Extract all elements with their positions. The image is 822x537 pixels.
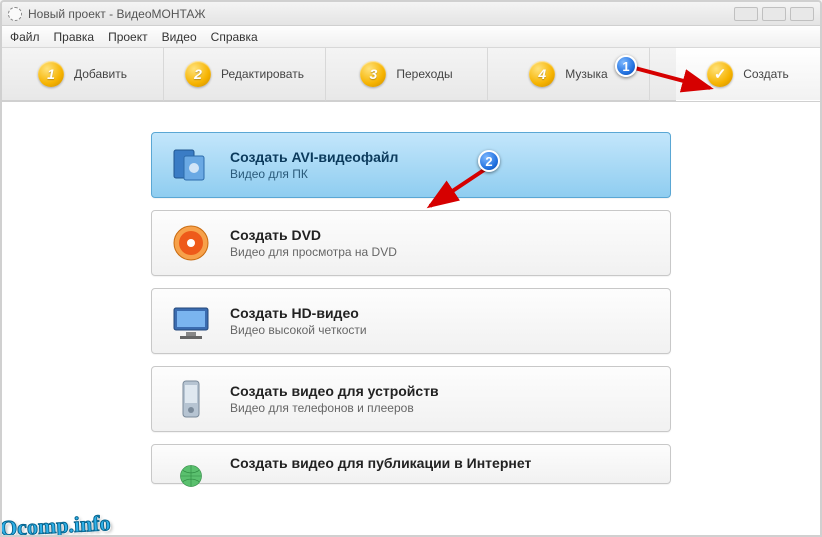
option-avi-title: Создать AVI-видеофайл bbox=[230, 149, 398, 165]
close-button[interactable] bbox=[790, 7, 814, 21]
option-dvd-title: Создать DVD bbox=[230, 227, 397, 243]
tab-transitions-label: Переходы bbox=[396, 67, 452, 81]
minimize-button[interactable] bbox=[734, 7, 758, 21]
option-dvd-subtitle: Видео для просмотра на DVD bbox=[230, 245, 397, 259]
content-pane: Создать AVI-видеофайл Видео для ПК Созда… bbox=[2, 102, 820, 535]
tab-transitions[interactable]: 3 Переходы bbox=[326, 48, 488, 101]
hd-icon bbox=[170, 300, 212, 342]
option-dvd[interactable]: Создать DVD Видео для просмотра на DVD bbox=[151, 210, 671, 276]
app-window: Новый проект - ВидеоМОНТАЖ Файл Правка П… bbox=[0, 0, 822, 537]
tab-create-label: Создать bbox=[743, 67, 789, 81]
tab-music-label: Музыка bbox=[565, 67, 607, 81]
option-internet-title: Создать видео для публикации в Интернет bbox=[230, 455, 531, 471]
option-devices[interactable]: Создать видео для устройств Видео для те… bbox=[151, 366, 671, 432]
tab-add-label: Добавить bbox=[74, 67, 127, 81]
option-hd-subtitle: Видео высокой четкости bbox=[230, 323, 367, 337]
dvd-icon bbox=[170, 222, 212, 264]
menu-file[interactable]: Файл bbox=[10, 30, 40, 44]
annotation-callout-1: 1 bbox=[615, 55, 637, 77]
tab-gap bbox=[650, 48, 676, 101]
check-icon: ✓ bbox=[707, 61, 733, 87]
tab-edit-label: Редактировать bbox=[221, 67, 304, 81]
menu-project[interactable]: Проект bbox=[108, 30, 148, 44]
maximize-button[interactable] bbox=[762, 7, 786, 21]
option-hd[interactable]: Создать HD-видео Видео высокой четкости bbox=[151, 288, 671, 354]
option-avi-subtitle: Видео для ПК bbox=[230, 167, 398, 181]
tab-create[interactable]: ✓ Создать bbox=[676, 48, 820, 101]
option-avi[interactable]: Создать AVI-видеофайл Видео для ПК bbox=[151, 132, 671, 198]
annotation-callout-2: 2 bbox=[478, 150, 500, 172]
titlebar: Новый проект - ВидеоМОНТАЖ bbox=[2, 2, 820, 26]
tab-edit[interactable]: 2 Редактировать bbox=[164, 48, 326, 101]
step-3-icon: 3 bbox=[360, 61, 386, 87]
menu-video[interactable]: Видео bbox=[162, 30, 197, 44]
menu-edit[interactable]: Правка bbox=[54, 30, 95, 44]
menubar: Файл Правка Проект Видео Справка bbox=[2, 26, 820, 48]
tab-add[interactable]: 1 Добавить bbox=[2, 48, 164, 101]
phone-icon bbox=[170, 378, 212, 420]
app-icon bbox=[8, 7, 22, 21]
toolbar: 1 Добавить 2 Редактировать 3 Переходы 4 … bbox=[2, 48, 820, 102]
option-hd-title: Создать HD-видео bbox=[230, 305, 367, 321]
globe-icon bbox=[170, 455, 212, 497]
menu-help[interactable]: Справка bbox=[211, 30, 258, 44]
option-devices-title: Создать видео для устройств bbox=[230, 383, 439, 399]
window-title: Новый проект - ВидеоМОНТАЖ bbox=[28, 7, 206, 21]
option-devices-subtitle: Видео для телефонов и плееров bbox=[230, 401, 439, 415]
step-4-icon: 4 bbox=[529, 61, 555, 87]
step-2-icon: 2 bbox=[185, 61, 211, 87]
watermark: Ocomp.info bbox=[0, 510, 111, 537]
option-internet[interactable]: Создать видео для публикации в Интернет bbox=[151, 444, 671, 484]
step-1-icon: 1 bbox=[38, 61, 64, 87]
avi-icon bbox=[170, 144, 212, 186]
